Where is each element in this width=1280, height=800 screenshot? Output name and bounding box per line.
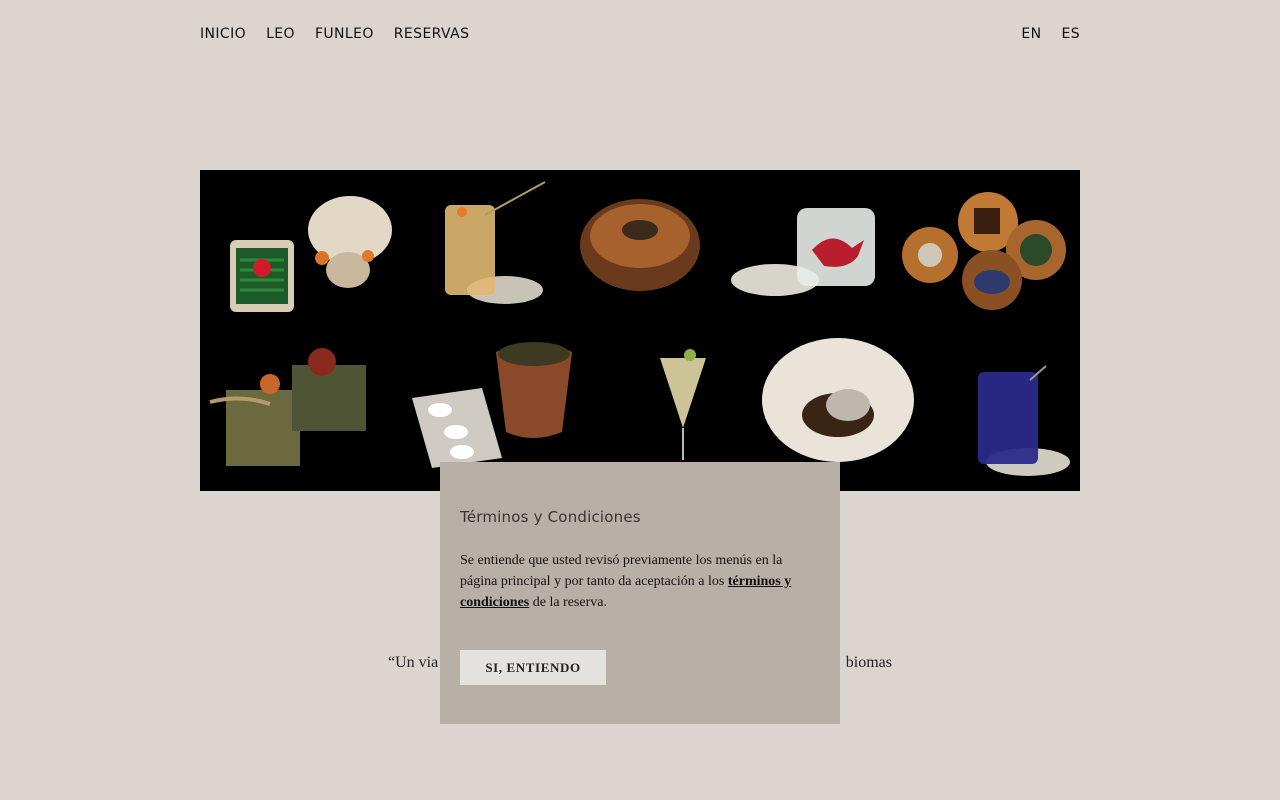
accept-button[interactable]: SI, ENTIENDO [460,650,606,685]
modal-title: Términos y Condiciones [460,508,641,526]
quote-right: biomas [845,654,892,671]
nav-reservas[interactable]: RESERVAS [394,26,470,42]
nav-inicio[interactable]: INICIO [200,26,246,42]
language-switcher: EN ES [1021,26,1080,42]
white-bowl [762,338,914,462]
nav-leo[interactable]: LEO [266,26,295,42]
wooden-bowl [580,199,700,291]
quote-left: “Un via [388,654,439,671]
terms-modal: Términos y Condiciones Se entiende que u… [440,462,840,724]
lang-es[interactable]: ES [1061,26,1080,42]
lang-en[interactable]: EN [1021,26,1041,42]
hero-food-collage [200,170,1080,491]
food-collage-image [200,170,1080,491]
main-nav: INICIO LEO FUNLEO RESERVAS [200,26,469,42]
modal-text-after: de la reserva. [529,595,607,610]
nav-funleo[interactable]: FUNLEO [315,26,374,42]
modal-text: Se entiende que usted revisó previamente… [460,550,810,613]
